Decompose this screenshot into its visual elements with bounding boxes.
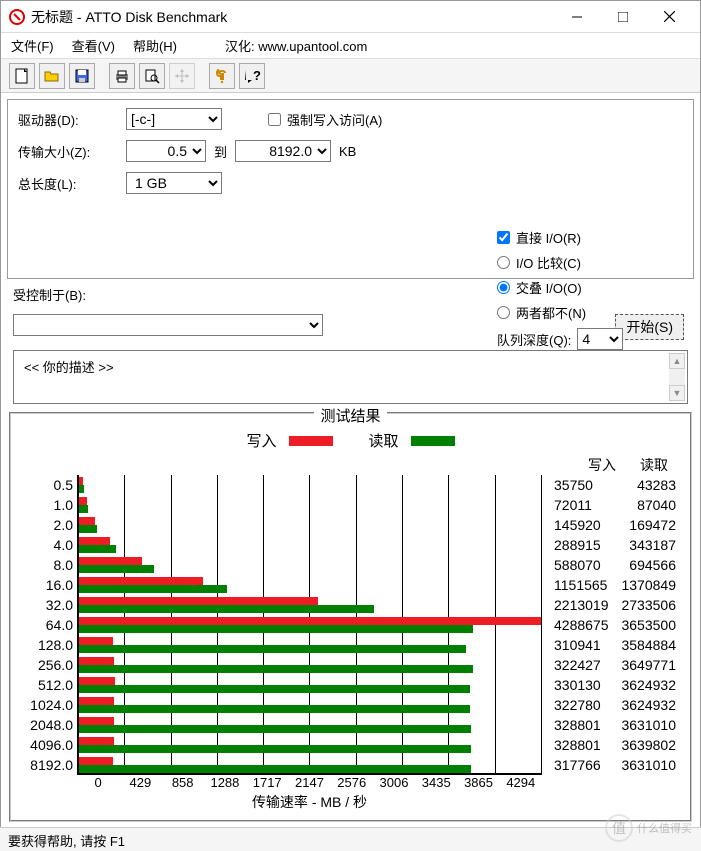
col-read-label: 读取	[640, 455, 668, 475]
length-label: 总长度(L):	[18, 174, 118, 193]
length-select[interactable]: 1 GB	[126, 172, 222, 194]
settings-panel: 驱动器(D): [-c-] 强制写入访问(A) 传输大小(Z): 0.5 到 8…	[7, 99, 694, 279]
description-box-wrapper: << 你的描述 >> ▲▼	[13, 350, 688, 404]
x-axis-label: 传输速率 - MB / 秒	[77, 792, 682, 812]
io-overlap-radio[interactable]: 交叠 I/O(O)	[497, 278, 675, 297]
watermark-text: 什么值得买	[637, 820, 692, 836]
io-neither-radio[interactable]: 两者都不(N)	[497, 303, 675, 322]
write-value: 145920	[554, 515, 601, 535]
write-value: 330130	[554, 675, 601, 695]
read-value: 3624932	[621, 675, 676, 695]
read-value: 169472	[629, 515, 676, 535]
xfer-unit: KB	[339, 144, 356, 159]
statusbar: 要获得帮助, 请按 F1	[0, 827, 701, 851]
drive-select[interactable]: [-c-]	[126, 108, 222, 130]
write-value: 4288675	[554, 615, 609, 635]
description-textarea[interactable]: << 你的描述 >> ▲▼	[13, 350, 688, 404]
chart: 0.51.02.04.08.016.032.064.0128.0256.0512…	[19, 475, 682, 775]
write-value: 35750	[554, 475, 593, 495]
write-value: 317766	[554, 755, 601, 775]
scrollbar[interactable]: ▲▼	[669, 353, 685, 401]
qd-select[interactable]: 4	[577, 328, 623, 350]
legend-read-label: 读取	[369, 430, 399, 451]
read-value: 694566	[629, 555, 676, 575]
read-value: 2733506	[621, 595, 676, 615]
force-write-checkbox[interactable]: 强制写入访问(A)	[268, 110, 382, 129]
controlled-label: 受控制于(B):	[13, 285, 86, 304]
close-button[interactable]	[646, 2, 692, 32]
drive-label: 驱动器(D):	[18, 110, 118, 129]
legend-write-label: 写入	[246, 430, 276, 451]
scroll-down-icon[interactable]: ▼	[669, 385, 685, 401]
results-panel: 测试结果 写入 读取 写入 读取 0.51.02.04.08.016.032.0…	[9, 412, 692, 822]
direct-io-checkbox[interactable]: 直接 I/O(R)	[497, 228, 675, 247]
read-value: 87040	[637, 495, 676, 515]
legend-read-swatch	[411, 436, 455, 446]
x-axis-ticks: 042985812881717214725763006343538654294	[77, 775, 682, 790]
write-value: 322780	[554, 695, 601, 715]
status-text: 要获得帮助, 请按 F1	[8, 834, 125, 849]
maximize-button[interactable]	[600, 2, 646, 32]
titlebar: 无标题 - ATTO Disk Benchmark	[1, 1, 700, 33]
qd-label: 队列深度(Q):	[497, 330, 571, 349]
window-title: 无标题 - ATTO Disk Benchmark	[31, 7, 554, 27]
whatsthis-button[interactable]: ?	[239, 63, 265, 89]
menu-view[interactable]: 查看(V)	[72, 36, 115, 55]
read-value: 3624932	[621, 695, 676, 715]
value-columns: 35750 43283 72011 87040 145920 169472 288915 34…	[542, 475, 682, 775]
app-icon	[9, 9, 25, 25]
read-value: 1370849	[621, 575, 676, 595]
write-value: 288915	[554, 535, 601, 555]
xfer-from-select[interactable]: 0.5	[126, 140, 206, 162]
legend: 写入 读取	[19, 430, 682, 451]
col-write-label: 写入	[588, 455, 616, 475]
results-title: 测试结果	[314, 408, 386, 425]
write-value: 328801	[554, 715, 601, 735]
open-button[interactable]	[39, 63, 65, 89]
read-value: 3631010	[621, 715, 676, 735]
read-value: 3649771	[621, 655, 676, 675]
write-value: 72011	[554, 495, 592, 515]
write-value: 322427	[554, 655, 601, 675]
xfer-label: 传输大小(Z):	[18, 142, 118, 161]
read-value: 43283	[637, 475, 676, 495]
print-button[interactable]	[109, 63, 135, 89]
svg-text:?: ?	[253, 68, 261, 83]
watermark-icon: 值	[605, 814, 633, 842]
read-value: 3631010	[621, 755, 676, 775]
read-value: 3653500	[621, 615, 676, 635]
menu-help[interactable]: 帮助(H)	[133, 36, 177, 55]
write-value: 588070	[554, 555, 601, 575]
new-button[interactable]	[9, 63, 35, 89]
read-value: 343187	[629, 535, 676, 555]
y-axis-labels: 0.51.02.04.08.016.032.064.0128.0256.0512…	[19, 475, 77, 775]
localize-label: 汉化: www.upantool.com	[225, 36, 367, 55]
menu-file[interactable]: 文件(F)	[11, 36, 54, 55]
write-value: 1151565	[554, 575, 607, 595]
read-value: 3639802	[621, 735, 676, 755]
plot-area	[77, 475, 542, 775]
write-value: 310941	[554, 635, 601, 655]
xfer-to-label: 到	[214, 142, 227, 161]
io-compare-radio[interactable]: I/O 比较(C)	[497, 253, 675, 272]
scroll-up-icon[interactable]: ▲	[669, 353, 685, 369]
read-value: 3584884	[621, 635, 676, 655]
minimize-button[interactable]	[554, 2, 600, 32]
localize-link[interactable]: www.upantool.com	[258, 39, 367, 54]
watermark: 值 什么值得买	[605, 811, 695, 845]
save-button[interactable]	[69, 63, 95, 89]
write-value: 2213019	[554, 595, 609, 615]
xfer-to-select[interactable]: 8192.0	[235, 140, 331, 162]
move-button[interactable]	[169, 63, 195, 89]
legend-write-swatch	[289, 436, 333, 446]
io-options: 直接 I/O(R) I/O 比较(C) 交叠 I/O(O) 两者都不(N) 队列…	[497, 228, 675, 350]
write-value: 328801	[554, 735, 601, 755]
menubar: 文件(F) 查看(V) 帮助(H) 汉化: www.upantool.com	[1, 33, 700, 59]
preview-button[interactable]	[139, 63, 165, 89]
controlled-select[interactable]	[13, 314, 323, 336]
about-button[interactable]	[209, 63, 235, 89]
toolbar: ?	[1, 59, 700, 93]
